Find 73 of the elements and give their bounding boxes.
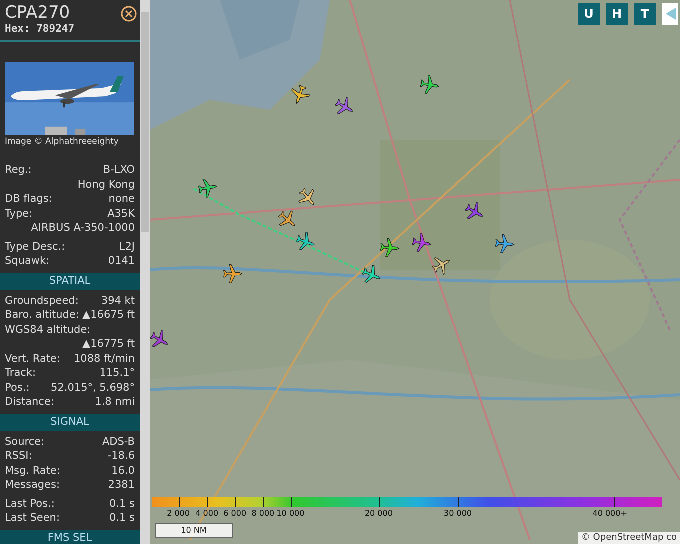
field-value: -18.6 [108, 449, 135, 464]
aircraft-icon[interactable] [412, 233, 432, 253]
altitude-label: 30 000 [444, 509, 472, 518]
field-label: DB flags: [5, 192, 52, 206]
field-value: ▲16675 ft [82, 308, 135, 322]
field-value: 0141 [108, 254, 135, 268]
aircraft-icon[interactable] [290, 85, 310, 105]
field-label: Vert. Rate: [5, 352, 61, 366]
aircraft-icon[interactable] [432, 255, 452, 275]
altitude-label: 4 000 [196, 509, 219, 518]
field-value: AIRBUS A-350-1000 [31, 221, 135, 236]
altitude-label: 8 000 [252, 509, 275, 518]
altitude-label: 2 000 [167, 509, 190, 518]
field-value: 1088 ft/min [74, 352, 135, 366]
field-value: ADS-B [102, 434, 135, 449]
field-value: 1.8 nmi [95, 395, 135, 410]
aircraft-icon[interactable] [362, 265, 382, 285]
field-value: none [108, 192, 135, 206]
callsign: CPA270 [5, 3, 72, 23]
field-label: Last Pos.: [5, 496, 55, 511]
map-attribution[interactable]: © OpenStreetMap co [578, 532, 680, 544]
field-label: Distance: [5, 395, 54, 410]
aircraft-icon[interactable] [198, 178, 218, 198]
field-value: 52.015°, 5.698° [51, 380, 135, 395]
field-label: WGS84 altitude: [5, 322, 91, 337]
layers-icon [664, 6, 676, 22]
field-label: Groundspeed: [5, 294, 79, 308]
altitude-label: 20 000 [364, 509, 393, 518]
aircraft-icon[interactable] [465, 202, 485, 222]
close-icon[interactable] [121, 6, 137, 22]
aircraft-icon[interactable] [296, 232, 316, 252]
altitude-label: 6 000 [224, 509, 247, 518]
field-label: Type: [5, 206, 33, 221]
field-label: Reg.: [5, 163, 32, 178]
field-label: Source: [5, 434, 45, 449]
field-value: Hong Kong [78, 178, 135, 192]
field-value: L2J [119, 240, 135, 254]
field-value: 0.1 s [109, 496, 135, 511]
scrollbar[interactable] [140, 0, 150, 544]
field-label: Squawk: [5, 254, 50, 268]
field-label: Msg. Rate: [5, 464, 60, 478]
field-label: Pos.: [5, 380, 30, 395]
field-value: 115.1° [100, 366, 135, 380]
aircraft-icon[interactable] [150, 330, 170, 350]
field-label: Last Seen: [5, 511, 60, 526]
field-value: 16.0 [112, 464, 135, 478]
field-value: B-LXO [103, 163, 135, 178]
map-button[interactable]: T [634, 3, 656, 25]
map-button[interactable]: U [578, 3, 600, 25]
section-header: FMS SEL [0, 530, 140, 544]
aircraft-icon[interactable] [335, 97, 355, 117]
field-label: Type Desc.: [5, 240, 66, 254]
section-header: SPATIAL [0, 272, 140, 290]
aircraft-icon[interactable] [420, 75, 440, 95]
map-button[interactable]: H [606, 3, 628, 25]
field-label: Messages: [5, 478, 60, 492]
field-label: Track: [5, 366, 36, 380]
altitude-label: 40 000+ [592, 509, 628, 518]
aircraft-icon[interactable] [495, 234, 515, 254]
field-value: ▲16775 ft [82, 337, 135, 352]
section-header: SIGNAL [0, 414, 140, 430]
field-value: A35K [108, 206, 135, 221]
hex-code: Hex: 789247 [5, 23, 75, 35]
field-label: Baro. altitude: [5, 308, 80, 322]
field-value: 394 kt [101, 294, 135, 308]
field-label: RSSI: [5, 449, 32, 464]
aircraft-icon[interactable] [380, 238, 400, 258]
scale-bar: 10 NM [155, 523, 233, 538]
aircraft-icon[interactable] [223, 264, 243, 284]
field-value: 2381 [108, 478, 135, 492]
field-value: 0.1 s [109, 511, 135, 526]
image-credit: Image © Alphathreeeighty [4, 136, 120, 149]
altitude-label: 10 000 [276, 509, 305, 518]
